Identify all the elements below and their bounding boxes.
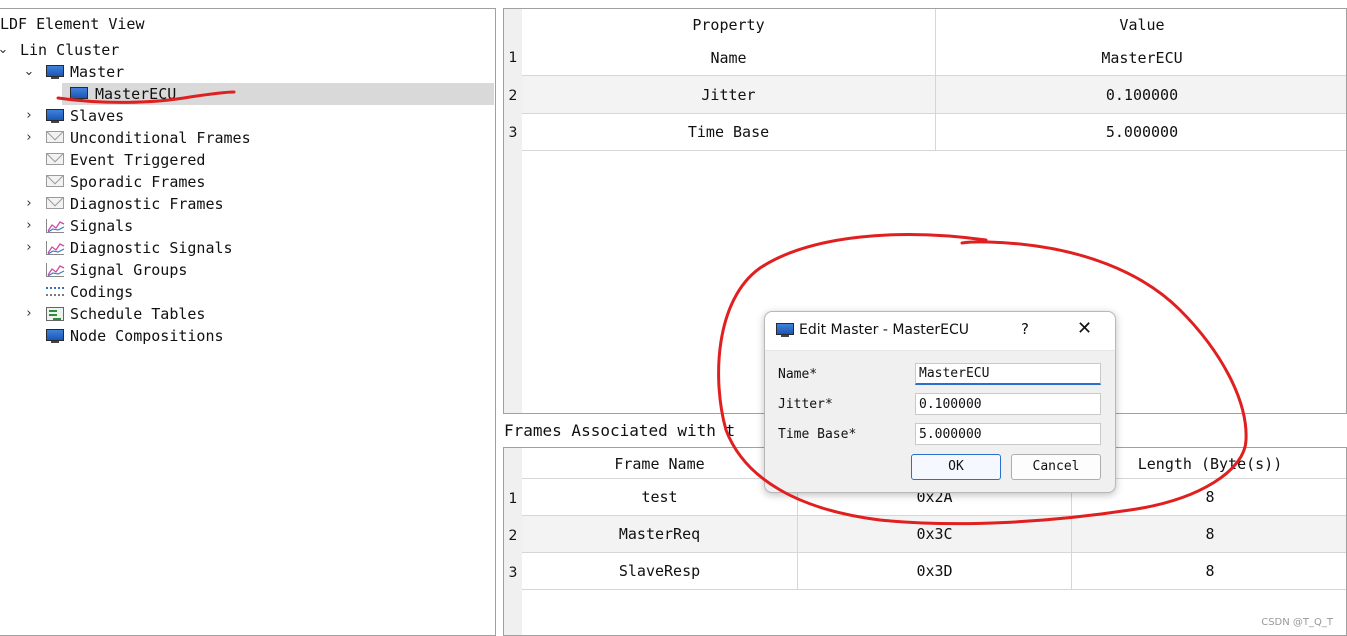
jitter-label: Jitter* <box>778 397 833 412</box>
row-number: 2 <box>508 528 518 544</box>
column-header-value[interactable]: Value <box>936 16 1346 34</box>
monitor-icon <box>46 329 64 343</box>
tree-item-masterecu[interactable]: MasterECU <box>62 83 494 105</box>
chevron-right-icon[interactable]: › <box>22 105 36 127</box>
property-name-cell[interactable]: Name <box>522 49 935 67</box>
envelope-icon <box>46 197 64 209</box>
tree-item-label: MasterECU <box>95 85 177 103</box>
tree-item-diagnostic-signals[interactable]: › Diagnostic Signals <box>0 237 494 259</box>
tree-item-label: Diagnostic Frames <box>70 195 224 213</box>
time-base-label: Time Base* <box>778 427 857 442</box>
tree-item-label: Codings <box>70 283 134 301</box>
tree-item-label: Event Triggered <box>70 151 206 169</box>
row-number: 3 <box>508 125 518 141</box>
tree-item-label: Lin Cluster <box>20 41 120 59</box>
coding-icon <box>46 285 64 299</box>
frame-length-cell[interactable]: 8 <box>1072 525 1346 543</box>
tree-item-diagnostic-frames[interactable]: › Diagnostic Frames <box>0 193 494 215</box>
tree-panel-title: LDF Element View <box>0 15 145 33</box>
time-base-field[interactable] <box>915 423 1101 445</box>
row-number: 2 <box>508 88 518 104</box>
signal-icon <box>46 219 65 233</box>
ok-button[interactable]: OK <box>911 454 1001 480</box>
signal-icon <box>46 263 65 277</box>
ldf-element-tree-panel: LDF Element View ⌄ Lin Cluster ⌄ Master … <box>0 8 496 636</box>
chevron-down-icon[interactable]: ⌄ <box>22 61 36 83</box>
tree-item-label: Diagnostic Signals <box>70 239 233 257</box>
row-divider <box>522 75 1346 76</box>
tree-item-codings[interactable]: Codings <box>0 281 494 303</box>
chevron-right-icon[interactable]: › <box>22 237 36 259</box>
tree-item-lin-cluster[interactable]: ⌄ Lin Cluster <box>0 39 494 61</box>
tree-item-label: Signal Groups <box>70 261 188 279</box>
monitor-icon <box>46 109 64 123</box>
tree-item-label: Node Compositions <box>70 327 224 345</box>
tree-item-node-compositions[interactable]: Node Compositions <box>0 325 494 347</box>
column-header-frame-name[interactable]: Frame Name <box>522 455 797 473</box>
frame-name-cell[interactable]: SlaveResp <box>522 562 797 580</box>
tree-item-label: Slaves <box>70 107 125 125</box>
tree-item-slaves[interactable]: › Slaves <box>0 105 494 127</box>
tree-item-label: Unconditional Frames <box>70 129 251 147</box>
property-value-cell[interactable]: 5.000000 <box>936 123 1346 141</box>
row-number-column <box>504 9 522 413</box>
tree-item-schedule-tables[interactable]: › Schedule Tables <box>0 303 494 325</box>
monitor-icon <box>46 65 64 79</box>
property-name-cell[interactable]: Time Base <box>522 123 935 141</box>
frame-id-cell[interactable]: 0x3C <box>798 525 1071 543</box>
monitor-icon <box>70 87 88 101</box>
close-icon[interactable]: ✕ <box>1077 318 1092 339</box>
row-divider <box>522 150 1346 151</box>
jitter-field[interactable] <box>915 393 1101 415</box>
column-header-property[interactable]: Property <box>522 16 935 34</box>
chevron-right-icon[interactable]: › <box>22 127 36 149</box>
dialog-title: Edit Master - MasterECU <box>799 322 970 338</box>
tree-item-label: Sporadic Frames <box>70 173 206 191</box>
property-name-cell[interactable]: Jitter <box>522 86 935 104</box>
row-divider <box>522 113 1346 114</box>
tree-item-unconditional-frames[interactable]: › Unconditional Frames <box>0 127 494 149</box>
envelope-icon <box>46 175 64 187</box>
row-divider <box>522 552 1346 553</box>
watermark: CSDN @T_Q_T <box>1261 617 1333 628</box>
frame-name-cell[interactable]: test <box>522 488 797 506</box>
frame-length-cell[interactable]: 8 <box>1072 562 1346 580</box>
name-field[interactable] <box>915 363 1101 385</box>
property-value-cell[interactable]: 0.100000 <box>936 86 1346 104</box>
tree-item-signals[interactable]: › Signals <box>0 215 494 237</box>
chevron-right-icon[interactable]: › <box>22 193 36 215</box>
dialog-titlebar[interactable]: Edit Master - MasterECU ? ✕ <box>765 312 1115 351</box>
help-button[interactable]: ? <box>1021 320 1029 338</box>
row-number: 3 <box>508 565 518 581</box>
envelope-icon <box>46 153 64 165</box>
name-label: Name* <box>778 367 818 382</box>
row-divider <box>522 515 1346 516</box>
property-value-cell[interactable]: MasterECU <box>936 49 1346 67</box>
tree-item-label: Schedule Tables <box>70 305 206 323</box>
tree-item-sporadic-frames[interactable]: Sporadic Frames <box>0 171 494 193</box>
cancel-button[interactable]: Cancel <box>1011 454 1101 480</box>
row-number: 1 <box>508 491 518 507</box>
tree-item-label: Master <box>70 63 125 81</box>
schedule-table-icon <box>46 307 64 321</box>
tree-item-master[interactable]: ⌄ Master <box>0 61 494 83</box>
chevron-right-icon[interactable]: › <box>22 215 36 237</box>
tree-item-event-triggered[interactable]: Event Triggered <box>0 149 494 171</box>
edit-master-dialog: Edit Master - MasterECU ? ✕ Name* Jitter… <box>764 311 1116 493</box>
tree-item-signal-groups[interactable]: Signal Groups <box>0 259 494 281</box>
frame-id-cell[interactable]: 0x3D <box>798 562 1071 580</box>
frames-section-label: Frames Associated with t <box>504 421 736 440</box>
frame-name-cell[interactable]: MasterReq <box>522 525 797 543</box>
monitor-icon <box>776 323 794 337</box>
row-divider <box>522 589 1346 590</box>
tree-item-label: Signals <box>70 217 134 235</box>
chevron-down-icon[interactable]: ⌄ <box>0 39 10 61</box>
chevron-right-icon[interactable]: › <box>22 303 36 325</box>
row-number: 1 <box>508 50 518 66</box>
signal-icon <box>46 241 65 255</box>
envelope-icon <box>46 131 64 143</box>
